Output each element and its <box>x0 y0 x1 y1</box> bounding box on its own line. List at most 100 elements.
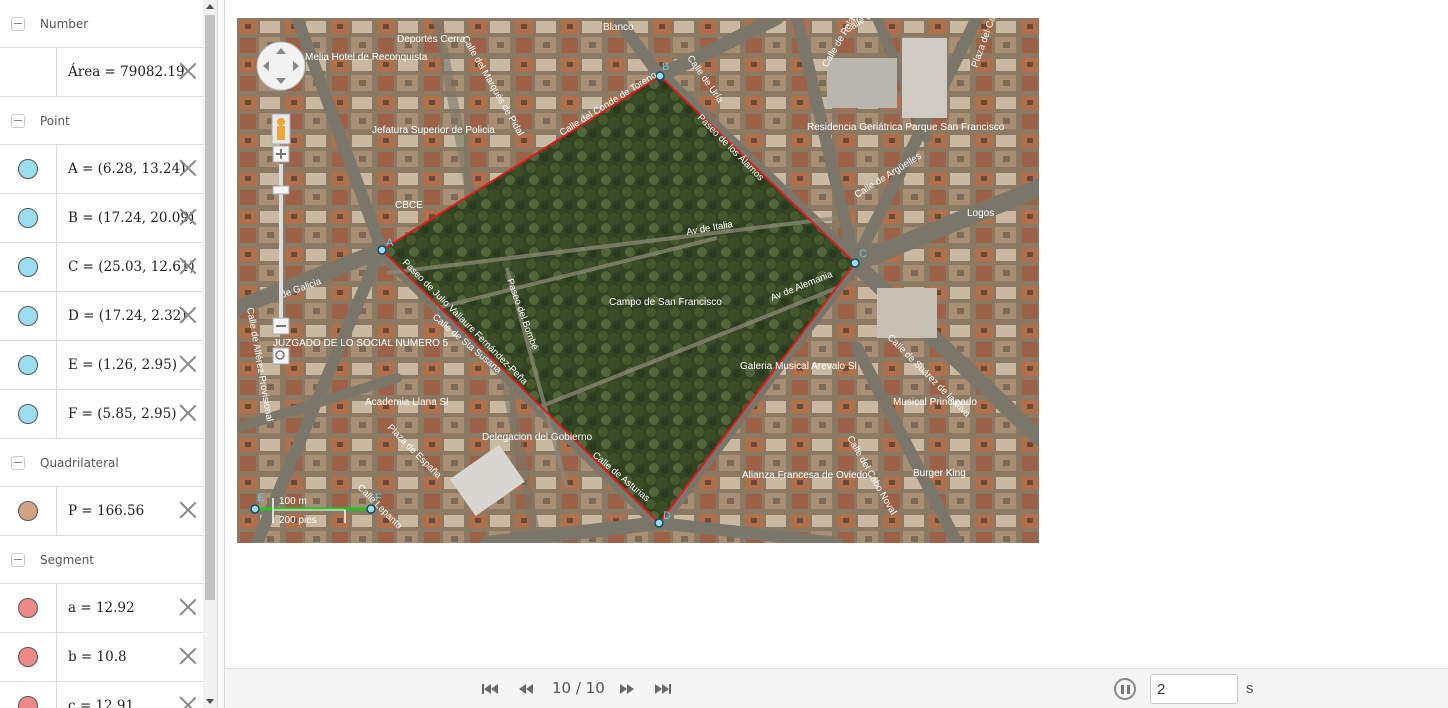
last-slide-button[interactable] <box>655 681 671 697</box>
delete-icon[interactable] <box>179 404 197 422</box>
scroll-up-arrow[interactable] <box>206 4 214 9</box>
visibility-marker[interactable] <box>0 48 57 96</box>
previous-slide-button[interactable] <box>519 681 533 697</box>
graphics-view[interactable]: 100 m 200 pies ABCDEF Deportes Cerra Blan… <box>237 18 1039 543</box>
visibility-dot-icon[interactable] <box>18 306 38 326</box>
delete-icon[interactable] <box>179 208 197 226</box>
place-label: Delegacion del Gobierno <box>482 432 593 443</box>
category-point[interactable]: Point <box>0 97 203 145</box>
place-label: Academia Llana Sl <box>365 397 448 408</box>
place-label: Jefatura Superior de Policia <box>372 125 495 136</box>
playback-bar: 10 / 10 s <box>226 668 1448 708</box>
category-segment[interactable]: Segment <box>0 536 203 584</box>
visibility-marker[interactable] <box>0 633 57 681</box>
visibility-dot-icon[interactable] <box>18 208 38 228</box>
visibility-marker[interactable] <box>0 292 57 340</box>
delete-icon[interactable] <box>179 647 197 665</box>
map-pan-control[interactable] <box>256 41 306 91</box>
delete-icon[interactable] <box>179 159 197 177</box>
visibility-dot-icon[interactable] <box>18 159 38 179</box>
visibility-dot-icon[interactable] <box>18 598 38 618</box>
collapse-toggle-icon[interactable] <box>11 455 25 470</box>
category-number[interactable]: Number <box>0 0 203 48</box>
algebra-item-value[interactable]: a = 12.92 <box>68 600 135 616</box>
category-label: Segment <box>40 552 94 567</box>
visibility-marker[interactable] <box>0 145 57 193</box>
place-label: Residencia Geriátrica Parque San Francis… <box>807 122 1005 133</box>
collapse-toggle-icon[interactable] <box>11 113 25 128</box>
speed-unit: s <box>1246 680 1254 697</box>
map-point[interactable] <box>654 518 664 528</box>
algebra-item-value[interactable]: D = (17.24, 2.32) <box>68 308 187 324</box>
visibility-dot-icon[interactable] <box>18 257 38 277</box>
algebra-item[interactable]: a = 12.92 <box>0 584 203 633</box>
visibility-marker[interactable] <box>0 243 57 291</box>
map-point[interactable] <box>250 504 260 514</box>
visibility-marker[interactable] <box>0 390 57 438</box>
first-slide-button[interactable] <box>482 681 498 697</box>
sidebar-scrollbar[interactable] <box>203 0 217 708</box>
delete-icon[interactable] <box>179 257 197 275</box>
category-label: Point <box>40 113 70 128</box>
delete-icon[interactable] <box>179 355 197 373</box>
collapse-toggle-icon[interactable] <box>11 16 25 31</box>
visibility-dot-icon[interactable] <box>18 355 38 375</box>
algebra-item-value[interactable]: A = (6.28, 13.24) <box>68 161 185 177</box>
algebra-item-value[interactable]: b = 10.8 <box>68 649 127 665</box>
visibility-dot-icon[interactable] <box>18 404 38 424</box>
place-label: Alianza Francesa de Oviedo <box>742 470 868 481</box>
map-svg: 100 m 200 pies ABCDE F Deportes CerraBlan… <box>237 18 1039 543</box>
delete-icon[interactable] <box>179 501 197 519</box>
visibility-dot-icon[interactable] <box>18 696 38 708</box>
place-label: Burger King <box>913 468 966 479</box>
delete-icon[interactable] <box>179 306 197 324</box>
next-slide-button[interactable] <box>620 681 634 697</box>
algebra-item-value[interactable]: F = (5.85, 2.95) <box>68 406 177 422</box>
point-label: C <box>859 248 867 260</box>
place-label: Blanco <box>603 22 634 33</box>
algebra-item[interactable]: B = (17.24, 20.09) <box>0 194 203 243</box>
visibility-marker[interactable] <box>0 584 57 632</box>
speed-input[interactable] <box>1150 674 1238 704</box>
algebra-item[interactable]: A = (6.28, 13.24) <box>0 145 203 194</box>
category-quadrilateral[interactable]: Quadrilateral <box>0 439 203 487</box>
visibility-dot-icon[interactable] <box>18 647 38 667</box>
scale-feet: 200 pies <box>279 515 317 526</box>
algebra-item[interactable]: Área = 79082.19 <box>0 48 203 97</box>
algebra-item-value[interactable]: C = (25.03, 12.61) <box>68 259 195 275</box>
place-label: Galeria Musical Arevalo Sl <box>740 361 857 372</box>
category-label: Quadrilateral <box>40 455 119 470</box>
algebra-item-value[interactable]: Área = 79082.19 <box>68 64 185 80</box>
algebra-item[interactable]: c = 12.91 <box>0 682 203 708</box>
algebra-item-value[interactable]: B = (17.24, 20.09) <box>68 210 194 226</box>
algebra-item-value[interactable]: E = (1.26, 2.95) <box>68 357 177 373</box>
algebra-item-value[interactable]: c = 12.91 <box>68 698 134 708</box>
algebra-item[interactable]: F = (5.85, 2.95) <box>0 390 203 439</box>
algebra-item[interactable]: E = (1.26, 2.95) <box>0 341 203 390</box>
visibility-marker[interactable] <box>0 341 57 389</box>
point-label: B <box>662 61 669 73</box>
view-divider[interactable] <box>217 0 225 708</box>
scroll-down-arrow[interactable] <box>206 699 214 704</box>
visibility-marker[interactable] <box>0 682 57 708</box>
delete-icon[interactable] <box>179 598 197 616</box>
place-label: Campo de San Francisco <box>609 297 722 308</box>
algebra-item-value[interactable]: P = 166.56 <box>68 503 144 519</box>
street-view-pegman-icon[interactable] <box>271 113 291 145</box>
collapse-toggle-icon[interactable] <box>11 552 25 567</box>
algebra-item[interactable]: b = 10.8 <box>0 633 203 682</box>
map-point[interactable] <box>850 258 860 268</box>
algebra-item[interactable]: D = (17.24, 2.32) <box>0 292 203 341</box>
place-label: JUZGADO DE LO SOCIAL NUMERO 5 <box>273 338 449 349</box>
visibility-dot-icon[interactable] <box>18 501 38 521</box>
algebra-item[interactable]: C = (25.03, 12.61) <box>0 243 203 292</box>
delete-icon[interactable] <box>179 62 197 80</box>
scrollbar-thumb[interactable] <box>205 15 215 600</box>
algebra-item[interactable]: P = 166.56 <box>0 487 203 536</box>
pause-button[interactable] <box>1114 678 1136 700</box>
visibility-marker[interactable] <box>0 487 57 535</box>
scale-meters: 100 m <box>279 496 307 507</box>
visibility-marker[interactable] <box>0 194 57 242</box>
map-point[interactable] <box>377 245 387 255</box>
delete-icon[interactable] <box>179 696 197 708</box>
